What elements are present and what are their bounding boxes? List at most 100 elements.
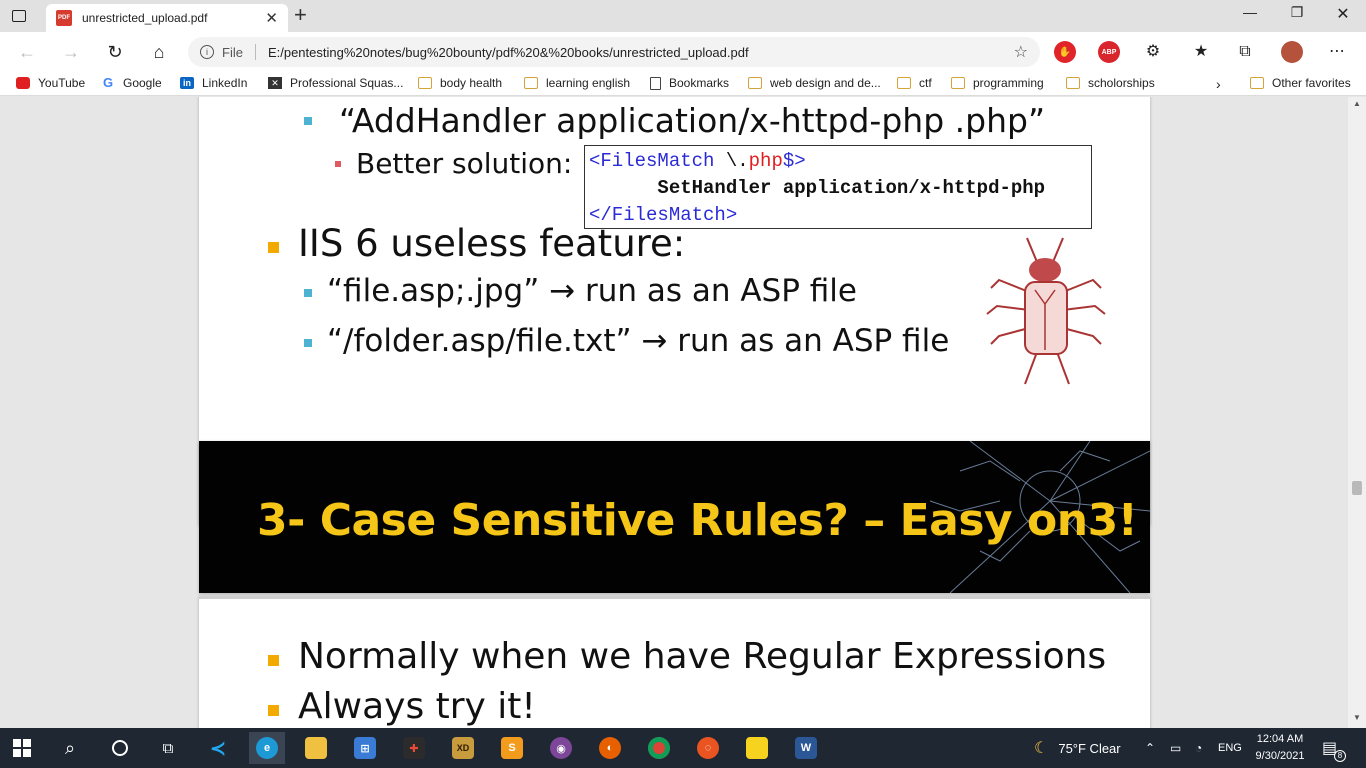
battery-icon[interactable]: ▭	[1170, 728, 1181, 768]
bullet-red	[335, 161, 341, 167]
bug-illustration-icon	[986, 237, 1106, 385]
bullet-orange	[268, 705, 279, 716]
back-icon[interactable]: ←	[14, 40, 40, 64]
youtube-icon	[16, 77, 30, 89]
tab-bar: PDF unrestricted_upload.pdf ✕ + — ❐ ✕	[0, 0, 1366, 32]
linkedin-icon: in	[180, 77, 194, 89]
folder-icon	[748, 77, 762, 89]
bullet-orange	[268, 655, 279, 666]
bullet-orange	[268, 242, 279, 253]
favorite-scholorships[interactable]: scholorships	[1066, 76, 1155, 90]
bullet-blue	[304, 117, 312, 125]
add-favorite-icon[interactable]: ☆	[1014, 42, 1028, 62]
search-icon[interactable]: ⌕	[52, 732, 88, 764]
moon-icon: ☾	[1034, 740, 1049, 757]
tab-actions-icon[interactable]	[8, 6, 30, 26]
ubuntu-icon[interactable]: ◌	[690, 732, 726, 764]
scrollbar-thumb[interactable]	[1352, 481, 1362, 495]
close-window-icon[interactable]: ✕	[1329, 4, 1357, 24]
profile-avatar[interactable]	[1281, 41, 1303, 63]
home-icon[interactable]: ⌂	[146, 40, 172, 64]
better-solution-label: Better solution:	[356, 147, 573, 180]
new-tab-icon[interactable]: +	[294, 4, 307, 26]
forward-icon[interactable]: →	[58, 40, 84, 64]
bullet-addhandler: “AddHandler application/x-httpd-php .php…	[339, 101, 1046, 140]
collections-icon[interactable]: ⧉	[1234, 41, 1256, 63]
address-bar[interactable]: i File E:/pentesting%20notes/bug%20bount…	[188, 37, 1040, 67]
always-try-bullet: Always try it!	[298, 686, 536, 727]
favorites-bar: YouTube G Google in LinkedIn ✕ Professional…	[0, 72, 1366, 96]
iis-item-folder-asp: “/folder.asp/file.txt” → run as an ASP f…	[327, 323, 950, 359]
wifi-icon[interactable]: ◔	[1195, 728, 1202, 768]
regex-bullet: Normally when we have Regular Expression…	[298, 636, 1107, 677]
favorites-overflow-chevron-icon[interactable]: ›	[1216, 76, 1221, 92]
favorite-body-health[interactable]: body health	[418, 76, 502, 90]
adblock-plus-icon[interactable]: ABP	[1098, 41, 1120, 63]
tab-unrestricted-upload[interactable]: PDF unrestricted_upload.pdf ✕	[46, 4, 288, 32]
folder-icon	[1066, 77, 1080, 89]
favorite-bookmarks[interactable]: Bookmarks	[650, 76, 729, 90]
store-icon[interactable]: ⊞	[347, 732, 383, 764]
favorite-linkedin[interactable]: in LinkedIn	[180, 76, 247, 90]
vertical-scrollbar[interactable]: ▲ ▼	[1348, 97, 1366, 728]
show-hidden-icons-chevron-icon[interactable]: ⌃	[1145, 728, 1155, 768]
favorite-professional-squash[interactable]: ✕ Professional Squas...	[268, 76, 403, 90]
file-explorer-icon[interactable]	[298, 732, 334, 764]
system-clock[interactable]: 12:04 AM 9/30/2021	[1250, 731, 1310, 765]
app-icon[interactable]: ✚	[396, 732, 432, 764]
weather-widget[interactable]: ☾ 75°F Clear	[1034, 728, 1121, 768]
favorite-google[interactable]: G Google	[101, 75, 162, 91]
bullet-blue	[304, 339, 312, 347]
code-snippet-filesmatch: <FilesMatch \.php$> SetHandler applicati…	[584, 145, 1092, 229]
favorite-ctf[interactable]: ctf	[897, 76, 932, 90]
tor-icon[interactable]: ◉	[543, 732, 579, 764]
page-divider	[199, 596, 1150, 599]
refresh-icon[interactable]: ↻	[102, 40, 128, 64]
google-icon: G	[102, 75, 114, 90]
xd-icon[interactable]: XD	[445, 732, 481, 764]
squash-icon: ✕	[268, 77, 282, 89]
firefox-icon[interactable]: ◐	[592, 732, 628, 764]
task-view-icon[interactable]: ⧉	[150, 732, 186, 764]
scroll-down-icon[interactable]: ▼	[1353, 713, 1361, 722]
pdf-viewer[interactable]: “AddHandler application/x-httpd-php .php…	[0, 97, 1366, 728]
tab-title: unrestricted_upload.pdf	[82, 11, 208, 25]
pdf-page-3: Normally when we have Regular Expression…	[199, 596, 1150, 728]
folder-icon	[418, 77, 432, 89]
folder-icon	[524, 77, 538, 89]
notifications-icon[interactable]: ▤ 8	[1322, 728, 1346, 768]
language-indicator[interactable]: ENG	[1218, 728, 1242, 768]
minimize-icon[interactable]: —	[1236, 4, 1264, 20]
favorite-programming[interactable]: programming	[951, 76, 1044, 90]
folder-icon	[951, 77, 965, 89]
address-url[interactable]: E:/pentesting%20notes/bug%20bounty/pdf%2…	[268, 45, 1014, 60]
start-windows-icon[interactable]	[4, 732, 40, 764]
favorite-learning-english[interactable]: learning english	[524, 76, 630, 90]
extensions-icon[interactable]: ⚙	[1142, 41, 1164, 63]
cortana-icon[interactable]	[102, 732, 138, 764]
info-icon[interactable]: i	[200, 45, 214, 59]
vscode-icon[interactable]: ≺	[200, 732, 236, 764]
word-icon[interactable]: W	[788, 732, 824, 764]
windows-taskbar: ⌕ ⧉ ≺ e ⊞ ✚ XD S ◉ ◐ ◌ W ☾ 75°F Clear ⌃ …	[0, 728, 1366, 768]
favorite-youtube[interactable]: YouTube	[16, 76, 85, 90]
edge-icon[interactable]: e	[249, 732, 285, 764]
sticky-notes-icon[interactable]	[739, 732, 775, 764]
extension-block-icon[interactable]: ✋	[1054, 41, 1076, 63]
favorites-icon[interactable]: ★	[1190, 41, 1212, 63]
pdf-file-icon: PDF	[56, 10, 72, 26]
sublime-icon[interactable]: S	[494, 732, 530, 764]
scroll-up-icon[interactable]: ▲	[1353, 99, 1361, 108]
pdf-page-2: 3- Case Sensitive Rules? – Easy on3!	[199, 441, 1150, 593]
favorite-web-design[interactable]: web design and de...	[748, 76, 881, 90]
restore-icon[interactable]: ❐	[1283, 4, 1311, 21]
close-tab-icon[interactable]: ✕	[265, 9, 278, 27]
iis-item-file-asp: “file.asp;.jpg” → run as an ASP file	[327, 273, 857, 309]
folder-icon	[897, 77, 911, 89]
more-options-icon[interactable]: ⋯	[1326, 41, 1348, 63]
slide-title-case-sensitive: 3- Case Sensitive Rules? – Easy on3!	[257, 495, 1138, 546]
chrome-icon[interactable]	[641, 732, 677, 764]
iis-heading: IIS 6 useless feature:	[298, 222, 686, 265]
address-scheme: File	[222, 44, 243, 60]
favorite-other-favorites[interactable]: Other favorites	[1250, 76, 1351, 90]
